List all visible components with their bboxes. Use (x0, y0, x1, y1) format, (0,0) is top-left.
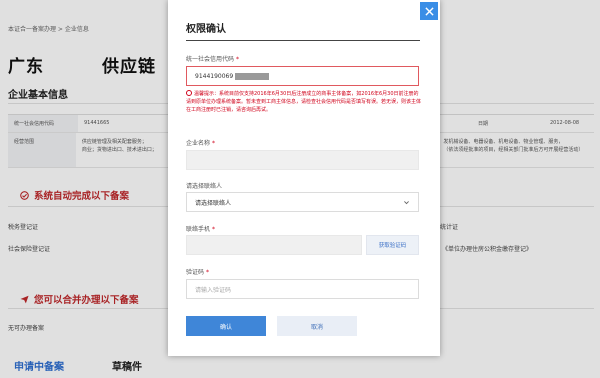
chevron-down-icon (404, 201, 409, 205)
code-input[interactable]: 请输入验证码 (186, 279, 419, 299)
redaction-block (235, 72, 270, 80)
company-name-input (186, 150, 419, 170)
credit-code-input[interactable]: 9144190069 (186, 66, 419, 86)
confirm-button[interactable]: 确认 (186, 316, 266, 336)
permission-confirm-dialog: 权限确认 统一社会信用代码 * 9144190069 温馨提示：系统目前仅支持2… (168, 0, 440, 356)
get-code-button[interactable]: 获取验证码 (366, 235, 419, 255)
warning-circle-icon (186, 90, 192, 96)
close-button[interactable] (420, 2, 438, 20)
credit-code-label: 统一社会信用代码 * (186, 56, 239, 63)
cancel-button[interactable]: 取消 (277, 316, 357, 336)
contact-select[interactable]: 请选择联络人 (186, 192, 419, 212)
divider (186, 40, 420, 41)
phone-input[interactable] (186, 235, 362, 255)
phone-label: 联络手机 * (186, 226, 215, 233)
close-icon (424, 6, 434, 16)
contact-label: 请选择联络人 (186, 183, 223, 190)
error-message: 温馨提示：系统目前仅支持2016年6月30日后注册成立的商事主体备案，如2016… (186, 90, 422, 114)
dialog-title: 权限确认 (186, 24, 226, 35)
company-name-label: 企业名称 * (186, 140, 215, 147)
code-label: 验证码 * (186, 269, 209, 276)
